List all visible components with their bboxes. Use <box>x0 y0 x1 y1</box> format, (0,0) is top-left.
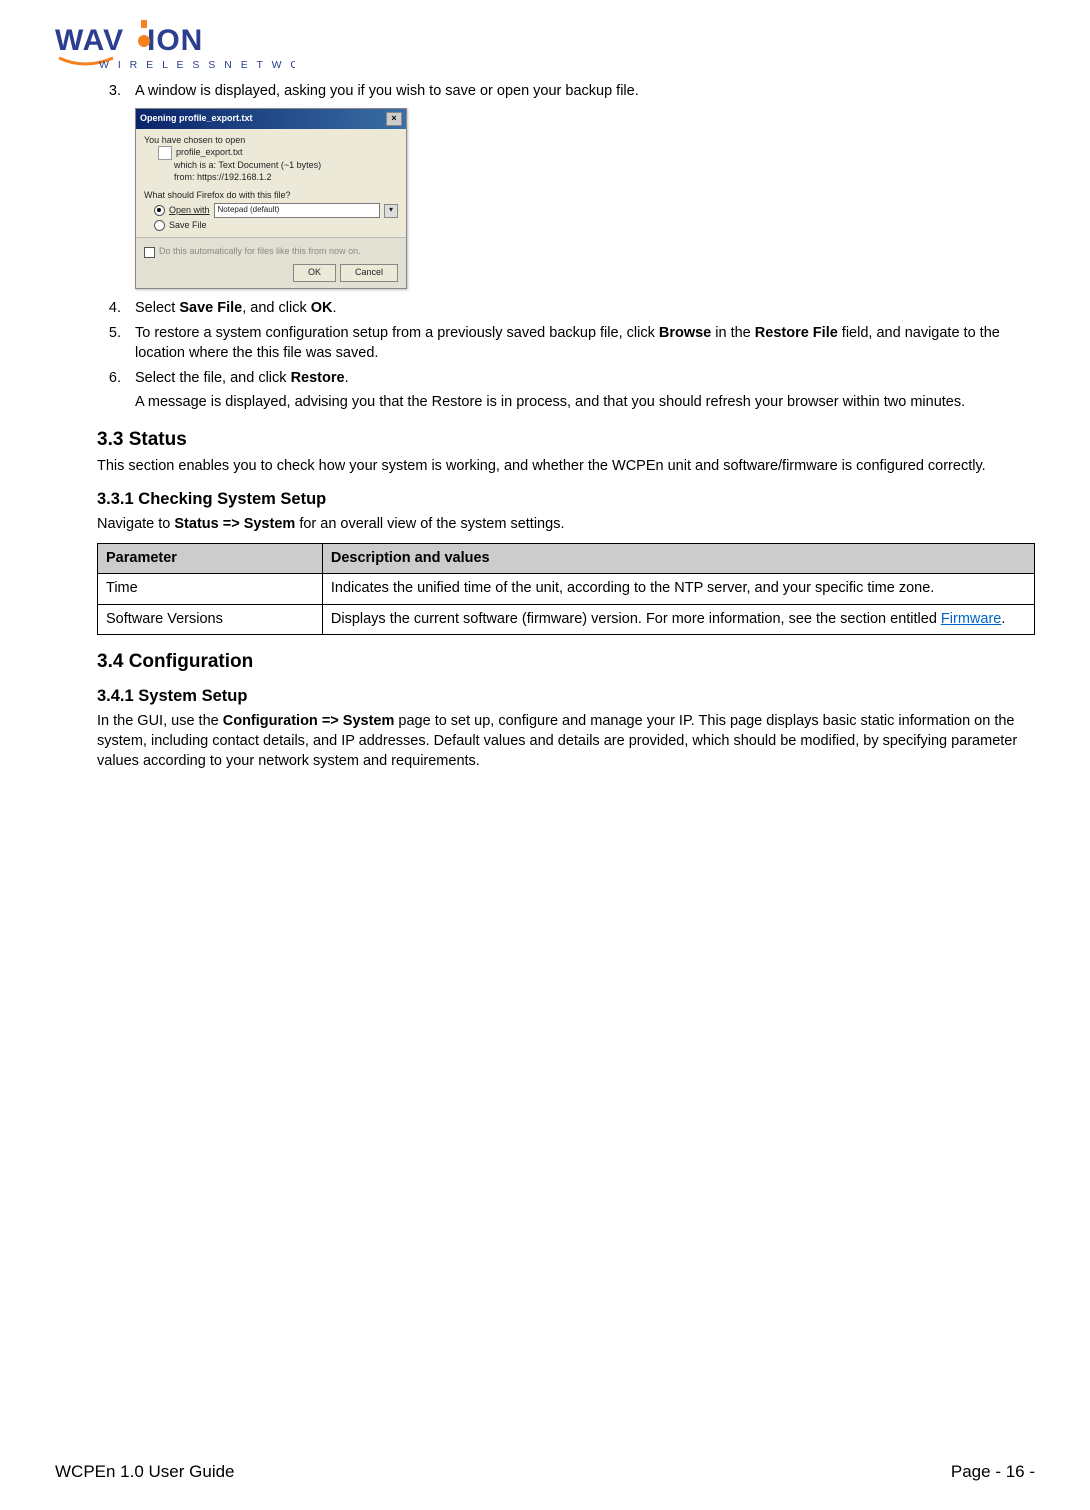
step-6-sub: A message is displayed, advising you tha… <box>135 393 1035 413</box>
step-5-p0: To restore a system configuration setup … <box>135 325 659 341</box>
open-with-select[interactable]: Notepad (default) <box>214 203 380 217</box>
close-icon[interactable]: × <box>386 112 402 126</box>
step-4-p4: . <box>332 300 336 316</box>
dialog-question: What should Firefox do with this file? <box>144 190 398 202</box>
logo-tagline: W I R E L E S S N E T W O R K S <box>99 59 295 71</box>
ok-button[interactable]: OK <box>293 264 336 282</box>
step-3: A window is displayed, asking you if you… <box>125 82 1035 289</box>
open-file-dialog: Opening profile_export.txt × You have ch… <box>135 108 407 289</box>
auto-label: Do this automatically for files like thi… <box>159 246 361 258</box>
step-6-p2: . <box>345 370 349 386</box>
para-3-4-1: In the GUI, use the Configuration => Sys… <box>97 712 1035 771</box>
p341-0: In the GUI, use the <box>97 713 223 729</box>
heading-3-4: 3.4 Configuration <box>97 651 1035 673</box>
step-6-p1: Restore <box>291 370 345 386</box>
svg-text:ION: ION <box>147 24 203 57</box>
dialog-meta-from: from: https://192.168.1.2 <box>158 172 398 184</box>
heading-3-3: 3.3 Status <box>97 429 1035 451</box>
radio-save-file[interactable] <box>154 220 165 231</box>
p331-1: Status => System <box>174 516 295 532</box>
footer-title: WCPEn 1.0 User Guide <box>55 1462 235 1482</box>
step-4-p3: OK <box>311 300 333 316</box>
cancel-button[interactable]: Cancel <box>340 264 398 282</box>
step-4: Select Save File, and click OK. <box>125 299 1035 319</box>
th-parameter: Parameter <box>98 543 323 574</box>
document-body: A window is displayed, asking you if you… <box>55 82 1035 771</box>
step-5-p3: Restore File <box>755 325 838 341</box>
p331-0: Navigate to <box>97 516 174 532</box>
step-4-p0: Select <box>135 300 179 316</box>
page-footer: WCPEn 1.0 User Guide Page - 16 - <box>55 1462 1035 1482</box>
footer-page: Page - 16 - <box>951 1462 1035 1482</box>
cell-desc-sw: Displays the current software (firmware)… <box>322 604 1034 635</box>
sw-desc-pre: Displays the current software (firmware)… <box>331 611 941 627</box>
cell-desc-time: Indicates the unified time of the unit, … <box>322 574 1034 605</box>
cell-param-sw: Software Versions <box>98 604 323 635</box>
para-3-3: This section enables you to check how yo… <box>97 457 1035 477</box>
company-logo: WAV ION W I R E L E S S N E T W O R K S <box>55 20 1035 74</box>
table-row: Time Indicates the unified time of the u… <box>98 574 1035 605</box>
dialog-titlebar: Opening profile_export.txt × <box>136 109 406 129</box>
para-3-3-1: Navigate to Status => System for an over… <box>97 515 1035 535</box>
cell-param-time: Time <box>98 574 323 605</box>
step-4-p1: Save File <box>179 300 242 316</box>
table-header-row: Parameter Description and values <box>98 543 1035 574</box>
step-6-p0: Select the file, and click <box>135 370 291 386</box>
step-5: To restore a system configuration setup … <box>125 324 1035 363</box>
p341-1: Configuration => System <box>223 713 395 729</box>
step-6: Select the file, and click Restore. A me… <box>125 369 1035 412</box>
page: WAV ION W I R E L E S S N E T W O R K S … <box>0 0 1090 1510</box>
open-with-value: Notepad (default) <box>218 205 280 215</box>
table-row: Software Versions Displays the current s… <box>98 604 1035 635</box>
svg-text:WAV: WAV <box>55 24 124 57</box>
step-4-p2: , and click <box>242 300 311 316</box>
heading-3-4-1: 3.4.1 System Setup <box>97 687 1035 706</box>
step-5-p1: Browse <box>659 325 711 341</box>
step-5-p2: in the <box>711 325 755 341</box>
open-with-label: Open with <box>169 205 210 217</box>
firmware-link[interactable]: Firmware <box>941 611 1001 627</box>
dialog-line-chosen: You have chosen to open <box>144 135 398 147</box>
th-description: Description and values <box>322 543 1034 574</box>
file-icon <box>158 146 172 160</box>
wavion-logo-svg: WAV ION W I R E L E S S N E T W O R K S <box>55 20 295 74</box>
sw-desc-post: . <box>1001 611 1005 627</box>
parameter-table: Parameter Description and values Time In… <box>97 543 1035 636</box>
step-list: A window is displayed, asking you if you… <box>97 82 1035 413</box>
step-3-text: A window is displayed, asking you if you… <box>135 83 639 99</box>
radio-open-with[interactable] <box>154 205 165 216</box>
dialog-meta-type: which is a: Text Document (~1 bytes) <box>158 160 398 172</box>
save-file-label: Save File <box>169 220 207 232</box>
auto-checkbox[interactable] <box>144 247 155 258</box>
dialog-title-text: Opening profile_export.txt <box>140 112 253 124</box>
p331-2: for an overall view of the system settin… <box>295 516 564 532</box>
dialog-filename: profile_export.txt <box>176 147 243 159</box>
heading-3-3-1: 3.3.1 Checking System Setup <box>97 490 1035 509</box>
chevron-down-icon[interactable]: ▾ <box>384 204 398 218</box>
